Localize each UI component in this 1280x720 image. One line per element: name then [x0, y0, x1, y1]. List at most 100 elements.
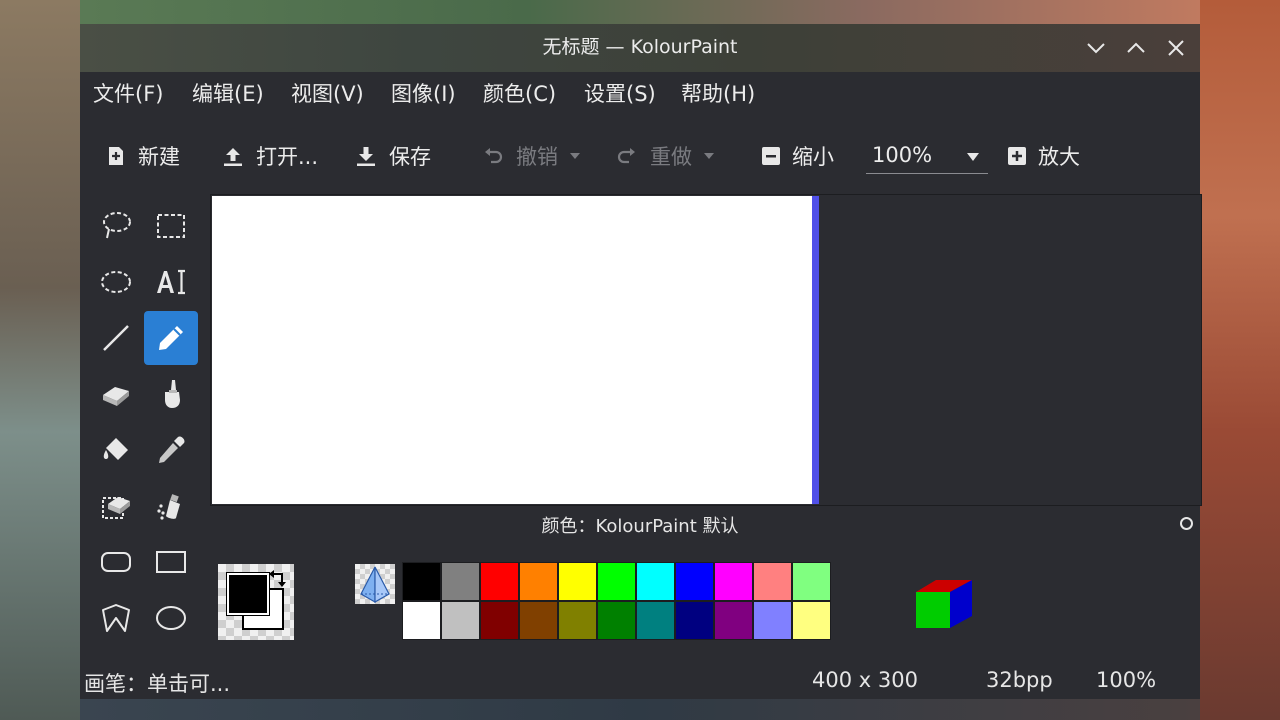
redo-icon: [617, 148, 635, 164]
rect-icon: [156, 551, 186, 573]
tool-elliptical-selection[interactable]: [89, 255, 143, 309]
rect-select-icon: [157, 214, 185, 238]
palette-swatch[interactable]: [597, 601, 636, 640]
new-document-icon: [109, 147, 123, 165]
palette-swatch[interactable]: [714, 601, 753, 640]
pen-icon: [159, 326, 183, 350]
palette-swatch[interactable]: [402, 562, 441, 601]
canvas-resize-handle[interactable]: [812, 196, 819, 504]
palette-swatch[interactable]: [636, 601, 675, 640]
redo-dropdown-arrow-icon[interactable]: [702, 151, 716, 161]
close-button[interactable]: [1164, 36, 1188, 60]
line-icon: [103, 325, 129, 351]
open-button[interactable]: 打开...: [222, 143, 318, 169]
tool-pen[interactable]: [144, 311, 198, 365]
menu-view[interactable]: 视图(V): [291, 78, 364, 108]
palette-swatch[interactable]: [480, 601, 519, 640]
palette-swatch[interactable]: [558, 562, 597, 601]
canvas-scroll-area[interactable]: [210, 194, 1202, 506]
undo-button-label: 撤销: [516, 145, 558, 169]
zoom-in-button[interactable]: 放大: [1008, 143, 1080, 169]
palette-swatch[interactable]: [519, 562, 558, 601]
chevron-down-icon: [1087, 43, 1105, 54]
desktop-wallpaper-bottom: [80, 699, 1200, 720]
new-button[interactable]: 新建: [106, 143, 180, 169]
foreground-background-colors[interactable]: [218, 564, 294, 640]
zoom-select[interactable]: 100%: [866, 139, 988, 174]
save-button-label: 保存: [389, 145, 431, 169]
tool-eraser[interactable]: [89, 367, 143, 421]
redo-button-label: 重做: [650, 145, 692, 169]
menu-colors[interactable]: 颜色(C): [483, 78, 556, 108]
window-title: 无标题 — KolourPaint: [542, 36, 738, 58]
palette-swatch[interactable]: [714, 562, 753, 601]
palette-swatch[interactable]: [441, 562, 480, 601]
main-toolbar: 新建 打开... 保存 撤销 重做 缩小 放大: [80, 116, 1200, 194]
undo-button[interactable]: 撤销: [482, 143, 582, 169]
zoom-out-button[interactable]: 缩小: [762, 143, 834, 169]
fill-icon: [103, 438, 128, 460]
undo-dropdown-arrow-icon[interactable]: [568, 151, 582, 161]
tool-text[interactable]: [144, 255, 198, 309]
transparent-color-swatch[interactable]: [355, 564, 395, 604]
tool-rectangle[interactable]: [144, 535, 198, 589]
tool-rounded-rectangle[interactable]: [89, 535, 143, 589]
menu-file[interactable]: 文件(F): [93, 78, 163, 108]
title-bar[interactable]: 无标题 — KolourPaint: [80, 24, 1200, 72]
minimize-button[interactable]: [1084, 36, 1108, 60]
chevron-up-icon: [1127, 42, 1145, 53]
save-button[interactable]: 保存: [355, 143, 431, 169]
brush-icon: [165, 380, 180, 408]
tool-polygon[interactable]: [89, 591, 143, 645]
menu-bar: 文件(F) 编辑(E) 视图(V) 图像(I) 颜色(C) 设置(S) 帮助(H…: [80, 72, 1200, 116]
status-bar: 画笔：单击可... 400 x 300 32bpp 100%: [80, 664, 1200, 699]
chevron-down-icon: [967, 153, 979, 161]
zoom-select-value: 100%: [872, 143, 933, 167]
menu-image[interactable]: 图像(I): [391, 78, 456, 108]
foreground-color-swatch[interactable]: [226, 572, 270, 616]
desktop-wallpaper-top: [80, 0, 1200, 24]
status-zoom: 100%: [1096, 668, 1157, 692]
palette-swatch[interactable]: [558, 601, 597, 640]
tool-flood-fill[interactable]: [89, 423, 143, 477]
close-icon: [1168, 40, 1184, 56]
swap-colors-icon[interactable]: [268, 566, 290, 588]
drawing-canvas[interactable]: [212, 196, 812, 504]
palette-swatch[interactable]: [792, 562, 831, 601]
menu-help[interactable]: 帮助(H): [681, 78, 755, 108]
palette-swatch[interactable]: [402, 601, 441, 640]
tool-rectangular-selection[interactable]: [144, 199, 198, 253]
palette-swatch[interactable]: [753, 601, 792, 640]
redo-button[interactable]: 重做: [616, 143, 716, 169]
desktop-wallpaper-right: [1200, 0, 1280, 720]
tool-color-picker[interactable]: [144, 423, 198, 477]
palette-swatch[interactable]: [597, 562, 636, 601]
lasso-icon: [103, 212, 131, 239]
palette-swatch[interactable]: [675, 562, 714, 601]
menu-edit[interactable]: 编辑(E): [192, 78, 264, 108]
tool-free-form-selection[interactable]: [89, 199, 143, 253]
palette-swatch[interactable]: [792, 601, 831, 640]
palette-swatch[interactable]: [519, 601, 558, 640]
new-button-label: 新建: [138, 145, 180, 169]
eyedropper-icon: [159, 436, 185, 463]
zoom-out-icon: [762, 147, 780, 165]
tool-ellipse[interactable]: [144, 591, 198, 645]
ellipse-icon: [156, 606, 186, 630]
maximize-button[interactable]: [1124, 36, 1148, 60]
polygon-icon: [102, 604, 130, 632]
color-cube-icon[interactable]: [914, 570, 976, 634]
ellipse-select-icon: [101, 271, 131, 293]
tool-brush[interactable]: [144, 367, 198, 421]
palette-swatch[interactable]: [480, 562, 519, 601]
palette-options-dot-icon[interactable]: [1180, 517, 1193, 530]
palette-swatch[interactable]: [675, 601, 714, 640]
tool-line[interactable]: [89, 311, 143, 365]
text-icon: [157, 269, 185, 295]
palette-swatch[interactable]: [753, 562, 792, 601]
palette-label: 颜色：KolourPaint 默认: [541, 516, 739, 537]
palette-swatch[interactable]: [441, 601, 480, 640]
menu-settings[interactable]: 设置(S): [584, 78, 656, 108]
eraser-icon: [103, 387, 129, 406]
palette-swatch[interactable]: [636, 562, 675, 601]
